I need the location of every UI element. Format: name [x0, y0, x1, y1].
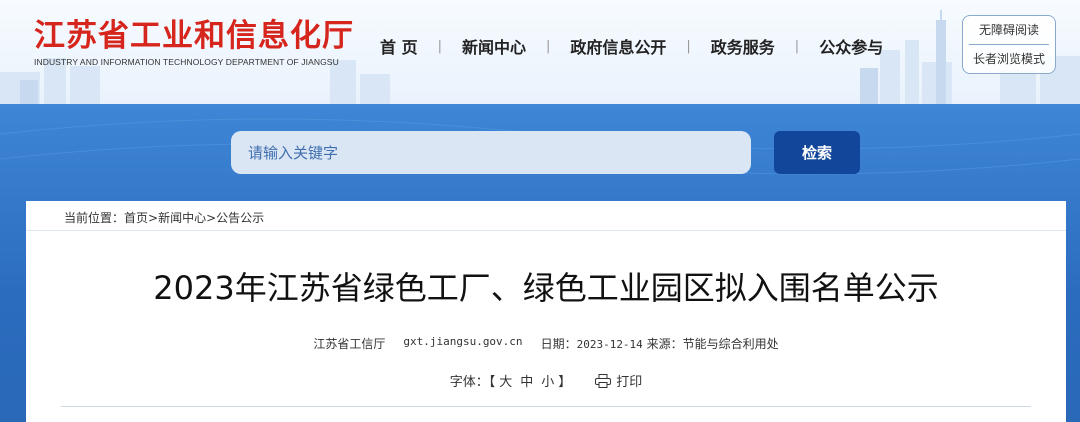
nav-item-participation[interactable]: 公众参与 — [817, 34, 885, 58]
print-button[interactable]: 打印 — [595, 371, 642, 390]
article-site-url[interactable]: gxt.jiangsu.gov.cn — [403, 335, 522, 352]
date-value: 2023-12-14 — [576, 338, 643, 351]
site-title-cn: 江苏省工业和信息化厅 — [34, 18, 354, 54]
font-size-large[interactable]: 大 — [499, 371, 512, 390]
barrier-free-link[interactable]: 无障碍阅读 — [979, 21, 1039, 39]
content-panel: 当前位置：首页>新闻中心>公告公示 2023年江苏省绿色工厂、绿色工业园区拟入围… — [26, 201, 1066, 422]
breadcrumb-prefix: 当前位置： — [64, 211, 125, 225]
source-value: 节能与综合利用处 — [682, 337, 779, 351]
breadcrumb-separator: > — [206, 211, 217, 225]
nav-separator: | — [437, 38, 442, 54]
date-label: 日期： — [540, 337, 577, 351]
breadcrumb-separator: > — [148, 211, 159, 225]
breadcrumb-item-home[interactable]: 首页 — [124, 211, 148, 225]
accessibility-panel: 无障碍阅读 长者浏览模式 — [962, 15, 1056, 74]
breadcrumb: 当前位置：首页>新闻中心>公告公示 — [64, 209, 264, 226]
search-input[interactable] — [231, 131, 751, 174]
article-publisher: 江苏省工信厅 — [313, 337, 386, 351]
nav-item-home[interactable]: 首 页 — [378, 34, 420, 58]
font-size-medium[interactable]: 中 — [520, 371, 533, 390]
breadcrumb-item-notices[interactable]: 公告公示 — [216, 211, 264, 225]
accessibility-divider — [969, 44, 1049, 45]
article-title: 2023年江苏省绿色工厂、绿色工业园区拟入围名单公示 — [153, 269, 939, 307]
article-tools: 字体：【 大 中 小 】 打印 — [26, 371, 1066, 390]
font-size-small[interactable]: 小 — [541, 371, 554, 390]
source-label: 来源： — [646, 337, 683, 351]
nav-item-gov-info[interactable]: 政府信息公开 — [568, 34, 668, 58]
main-nav: 首 页 | 新闻中心 | 政府信息公开 | 政务服务 | 公众参与 — [378, 34, 885, 58]
article-date: 日期：2023-12-14 来源：节能与综合利用处 — [541, 335, 779, 352]
breadcrumb-divider — [26, 230, 1066, 231]
search-button[interactable]: 检索 — [774, 131, 860, 174]
elder-mode-link[interactable]: 长者浏览模式 — [973, 50, 1045, 68]
content-divider — [61, 406, 1031, 407]
site-title-en: INDUSTRY AND INFORMATION TECHNOLOGY DEPA… — [34, 57, 339, 67]
font-size-label: 字体：【 — [449, 375, 496, 390]
printer-icon — [595, 373, 612, 388]
site-logo[interactable]: 江苏省工业和信息化厅 INDUSTRY AND INFORMATION TECH… — [34, 18, 354, 67]
nav-separator: | — [545, 38, 551, 54]
article-meta: 江苏省工信厅 gxt.jiangsu.gov.cn 日期：2023-12-14 … — [26, 335, 1066, 352]
nav-separator: | — [686, 38, 691, 54]
site-header: 江苏省工业和信息化厅 INDUSTRY AND INFORMATION TECH… — [0, 0, 1080, 104]
breadcrumb-item-news[interactable]: 新闻中心 — [158, 211, 206, 225]
print-label: 打印 — [616, 375, 643, 390]
nav-separator: | — [794, 38, 800, 54]
nav-item-services[interactable]: 政务服务 — [709, 34, 777, 58]
nav-item-news[interactable]: 新闻中心 — [460, 34, 528, 58]
font-size-close: 】 — [558, 375, 572, 390]
